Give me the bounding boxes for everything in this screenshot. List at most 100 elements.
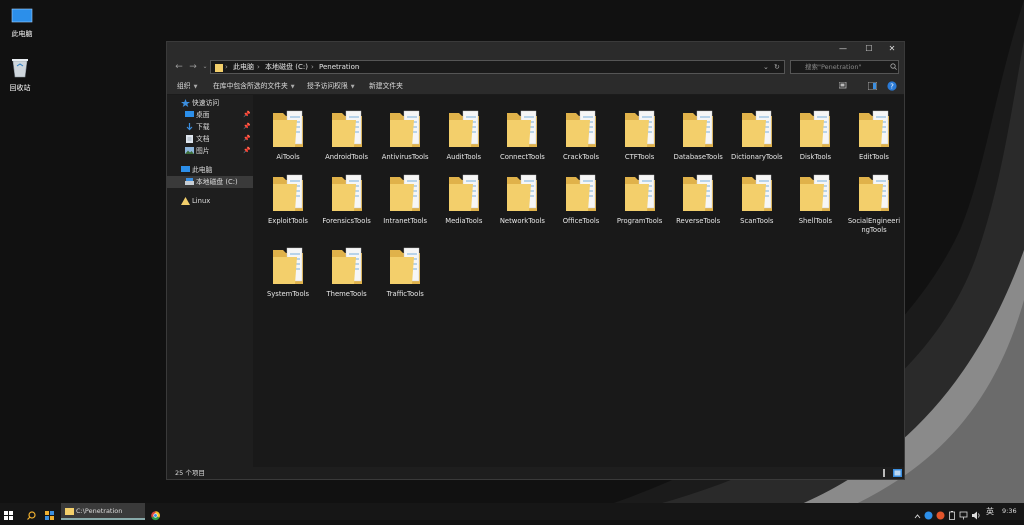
folder-item[interactable]: ExploitTools bbox=[259, 171, 317, 226]
folder-label: ProgramTools bbox=[616, 217, 663, 225]
nav-item-linux[interactable]: Linux bbox=[167, 195, 253, 207]
folder-item[interactable]: ForensicsTools bbox=[318, 171, 376, 226]
folder-item[interactable]: ProgramTools bbox=[611, 171, 669, 226]
folder-item[interactable]: CTFTools bbox=[611, 107, 669, 162]
folder-item[interactable]: CrackTools bbox=[552, 107, 610, 162]
search-input[interactable]: 搜索"Penetration" bbox=[790, 60, 899, 74]
volume-icon[interactable] bbox=[972, 507, 981, 524]
item-count: 25 个项目 bbox=[175, 469, 205, 477]
organize-menu[interactable]: 组织 ▼ bbox=[177, 81, 197, 91]
folder-label: AiTools bbox=[276, 153, 300, 161]
forward-button[interactable]: → bbox=[187, 60, 199, 74]
folder-label: ExploitTools bbox=[268, 217, 308, 225]
folder-item[interactable]: AuditTools bbox=[435, 107, 493, 162]
folder-label: TrafficTools bbox=[386, 290, 424, 298]
close-button[interactable]: ✕ bbox=[879, 42, 905, 56]
back-button[interactable]: ← bbox=[173, 60, 185, 74]
folder-item[interactable]: AndroidTools bbox=[318, 107, 376, 162]
task-view-icon[interactable] bbox=[45, 507, 54, 524]
document-icon bbox=[186, 135, 193, 143]
folder-icon bbox=[800, 110, 831, 147]
nav-item-this-pc[interactable]: 此电脑 bbox=[167, 164, 253, 176]
folder-label: DictionaryTools bbox=[730, 153, 783, 161]
folder-icon bbox=[448, 174, 479, 211]
folder-item[interactable]: EditTools bbox=[845, 107, 903, 162]
pin-icon: 📌 bbox=[243, 111, 251, 118]
folder-label: NetworkTools bbox=[499, 217, 545, 225]
folder-label-continued: ngTools bbox=[861, 226, 887, 234]
taskbar-window-title: C:\Penetration bbox=[76, 507, 123, 515]
large-icons-view-icon[interactable] bbox=[893, 469, 902, 477]
include-in-library-menu[interactable]: 在库中包含所选的文件夹 ▼ bbox=[213, 81, 295, 91]
nav-item-documents[interactable]: 文档 📌 bbox=[167, 133, 253, 145]
folder-item[interactable]: SocialEngineeri ngTools bbox=[845, 171, 903, 235]
folder-label: ForensicsTools bbox=[322, 217, 371, 225]
search-icon[interactable] bbox=[27, 507, 36, 524]
quick-access[interactable]: 快速访问 bbox=[167, 97, 253, 109]
folder-label: AndroidTools bbox=[325, 153, 369, 161]
chrome-icon[interactable] bbox=[151, 507, 160, 524]
windows-start-icon[interactable] bbox=[4, 507, 13, 524]
breadcrumb-this-pc[interactable]: 此电脑 bbox=[233, 61, 254, 73]
folder-item[interactable]: ConnectTools bbox=[493, 107, 551, 162]
network-icon[interactable] bbox=[959, 507, 968, 524]
new-folder-button[interactable]: 新建文件夹 bbox=[369, 81, 403, 91]
share-with-menu[interactable]: 授予访问权限 ▼ bbox=[307, 81, 355, 91]
folder-item[interactable]: AntivirusTools bbox=[376, 107, 434, 162]
folder-item[interactable]: NetworkTools bbox=[493, 171, 551, 226]
folder-item[interactable]: SystemTools bbox=[259, 244, 317, 299]
view-options-icon[interactable] bbox=[839, 82, 849, 90]
folder-item[interactable]: DiskTools bbox=[786, 107, 844, 162]
folder-label: ThemeTools bbox=[326, 290, 367, 298]
title-bar[interactable]: — ☐ ✕ bbox=[167, 42, 904, 56]
computer-icon bbox=[181, 166, 190, 172]
battery-icon[interactable] bbox=[949, 507, 955, 524]
folder-icon bbox=[859, 174, 889, 211]
folder-item[interactable]: TrafficTools bbox=[376, 244, 434, 299]
tray-app-icon[interactable] bbox=[924, 507, 933, 524]
breadcrumb-penetration[interactable]: Penetration bbox=[319, 61, 359, 73]
file-list: AiTools AndroidTools AntivirusTools AuditTo… bbox=[253, 95, 904, 467]
folder-icon bbox=[331, 110, 362, 147]
address-bar[interactable]: › 此电脑 › 本地磁盘 (C:) › Penetration › ⌄ ↻ bbox=[210, 60, 785, 74]
chevron-down-icon[interactable]: ⌄ bbox=[763, 61, 769, 73]
preview-pane-icon[interactable] bbox=[868, 82, 877, 90]
breadcrumb-local-disk[interactable]: 本地磁盘 (C:) bbox=[265, 61, 308, 73]
folder-item[interactable]: IntranetTools bbox=[376, 171, 434, 226]
tray-app-icon[interactable] bbox=[936, 507, 945, 524]
desktop-icon-label: 回收站 bbox=[9, 84, 31, 92]
folder-item[interactable]: DictionaryTools bbox=[728, 107, 786, 162]
nav-item-downloads[interactable]: 下载 📌 bbox=[167, 121, 253, 133]
chevron-down-icon: ▼ bbox=[350, 84, 355, 90]
folder-icon bbox=[273, 174, 303, 211]
input-method-indicator[interactable]: 英 bbox=[986, 503, 994, 520]
desktop-icon-this-pc[interactable]: 此电脑 bbox=[0, 8, 44, 39]
chevron-down-icon: ▼ bbox=[290, 84, 295, 90]
nav-item-local-disk[interactable]: 本地磁盘 (C:) bbox=[167, 176, 253, 188]
help-icon[interactable]: ? bbox=[887, 81, 897, 91]
folder-item[interactable]: ShellTools bbox=[786, 171, 844, 226]
folder-label: AntivirusTools bbox=[381, 153, 429, 161]
folder-item[interactable]: OfficeTools bbox=[552, 171, 610, 226]
folder-item[interactable]: ThemeTools bbox=[318, 244, 376, 299]
refresh-button[interactable]: ↻ bbox=[774, 61, 780, 73]
nav-item-pictures[interactable]: 图片 📌 bbox=[167, 145, 253, 157]
clock[interactable]: 9:36 bbox=[1002, 503, 1017, 520]
linux-icon bbox=[181, 197, 190, 205]
taskbar-explorer-button[interactable]: C:\Penetration bbox=[61, 503, 145, 520]
desktop-icon-recycle-bin[interactable]: 回收站 bbox=[0, 56, 42, 93]
picture-icon bbox=[185, 147, 194, 154]
folder-item[interactable]: DatabaseTools bbox=[669, 107, 727, 162]
details-view-icon[interactable] bbox=[880, 469, 888, 477]
folder-icon bbox=[741, 110, 772, 147]
folder-item[interactable]: MediaTools bbox=[435, 171, 493, 226]
folder-label: ShellTools bbox=[798, 217, 833, 225]
minimize-button[interactable]: — bbox=[830, 42, 856, 56]
folder-label: MediaTools bbox=[445, 217, 483, 225]
star-icon bbox=[181, 99, 190, 107]
folder-item[interactable]: AiTools bbox=[259, 107, 317, 162]
folder-item[interactable]: ReverseTools bbox=[669, 171, 727, 226]
chevron-up-icon[interactable] bbox=[914, 508, 921, 525]
folder-item[interactable]: ScanTools bbox=[728, 171, 786, 226]
nav-item-desktop[interactable]: 桌面 📌 bbox=[167, 109, 253, 121]
